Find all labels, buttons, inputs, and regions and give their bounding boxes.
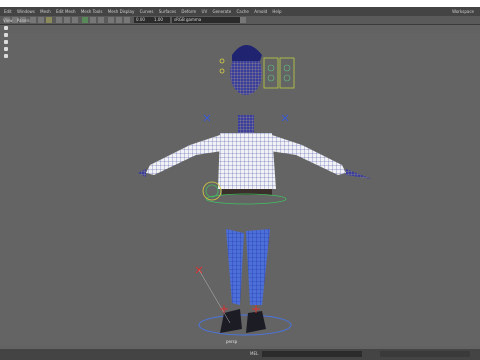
toolbar-icon[interactable] [64, 17, 70, 23]
right-arm[interactable] [270, 135, 346, 175]
toolbar-icon[interactable] [98, 17, 104, 23]
neck [238, 115, 254, 133]
menu-deform[interactable]: Deform [181, 7, 196, 16]
tool-box [0, 26, 10, 66]
menu-surfaces[interactable]: Surfaces [159, 7, 176, 16]
menu-uv[interactable]: UV [202, 7, 208, 16]
feedback-field [380, 351, 470, 357]
toolbar-icon[interactable] [46, 17, 52, 23]
status-line: 0.00 1.00 sRGB gamma [0, 16, 480, 25]
facial-control[interactable] [283, 74, 291, 82]
pole-vector-line [198, 269, 231, 324]
menu-edit-mesh[interactable]: Edit Mesh [56, 7, 76, 16]
right-hand[interactable] [346, 169, 372, 179]
shoulder-control[interactable] [203, 114, 211, 122]
colorspace-field[interactable]: sRGB gamma [172, 17, 240, 23]
left-arm[interactable] [146, 135, 222, 175]
scale-field[interactable]: 1.00 [152, 17, 170, 23]
toolbar-icon[interactable] [116, 17, 122, 23]
select-tool-icon[interactable] [4, 26, 8, 30]
facial-control-panel[interactable] [279, 57, 295, 89]
paint-tool-icon[interactable] [4, 40, 8, 44]
facial-control[interactable] [267, 74, 275, 82]
command-input[interactable] [262, 351, 362, 357]
left-leg[interactable] [226, 229, 244, 305]
menu-mesh[interactable]: Mesh [40, 7, 51, 16]
hair [232, 45, 262, 61]
menu-arnold[interactable]: Arnold [254, 7, 267, 16]
menu-cache[interactable]: Cache [236, 7, 248, 16]
menu-curves[interactable]: Curves [140, 7, 154, 16]
menu-help[interactable]: Help [272, 7, 281, 16]
toolbar-icon[interactable] [72, 17, 78, 23]
move-tool-icon[interactable] [4, 47, 8, 51]
facial-control[interactable] [283, 64, 291, 72]
toolbar-icon[interactable] [124, 17, 130, 23]
viewport-scene [138, 45, 372, 336]
mel-label[interactable]: MEL [250, 351, 258, 356]
camera-label: persp [226, 339, 238, 344]
panel-menu-panels[interactable]: Panels [17, 18, 30, 23]
toolbar-icon[interactable] [38, 17, 44, 23]
workspace-selector[interactable]: Workspace [452, 7, 474, 16]
rotate-tool-icon[interactable] [4, 54, 8, 58]
cog-control[interactable] [205, 184, 219, 198]
right-shoe[interactable] [246, 311, 266, 333]
panel-menu: View Panels [0, 18, 30, 24]
title-strip [0, 0, 480, 7]
menu-mesh-tools[interactable]: Mesh Tools [81, 7, 103, 16]
ground-control-circle[interactable] [198, 314, 292, 336]
command-line: MEL [0, 349, 480, 360]
shoulder-control[interactable] [281, 114, 289, 122]
viewport[interactable] [0, 33, 480, 346]
time-field[interactable]: 0.00 [134, 17, 152, 23]
torso[interactable] [218, 133, 276, 189]
eye-control[interactable] [219, 58, 225, 64]
facial-control-panel[interactable] [263, 57, 279, 89]
left-shoe[interactable] [220, 309, 242, 333]
facial-control[interactable] [267, 64, 275, 72]
toolbar-icon[interactable] [82, 17, 88, 23]
ik-handle[interactable] [220, 305, 228, 313]
toolbar-icon[interactable] [240, 17, 246, 23]
toolbar-icon[interactable] [56, 17, 62, 23]
toolbar-icon[interactable] [108, 17, 114, 23]
eye-control[interactable] [219, 68, 225, 74]
left-hand[interactable] [138, 169, 146, 177]
toolbar-icon[interactable] [90, 17, 96, 23]
menu-windows[interactable]: Windows [17, 7, 35, 16]
menu-generate[interactable]: Generate [212, 7, 231, 16]
hip-control[interactable] [205, 193, 287, 205]
menu-edit[interactable]: Edit [4, 7, 12, 16]
main-menu-bar: Edit Windows Mesh Edit Mesh Mesh Tools M… [0, 7, 480, 16]
menu-mesh-display[interactable]: Mesh Display [108, 7, 135, 16]
lasso-tool-icon[interactable] [4, 33, 8, 37]
right-leg[interactable] [246, 229, 270, 305]
panel-menu-view[interactable]: View [3, 18, 13, 23]
toolbar-icon[interactable] [30, 17, 36, 23]
